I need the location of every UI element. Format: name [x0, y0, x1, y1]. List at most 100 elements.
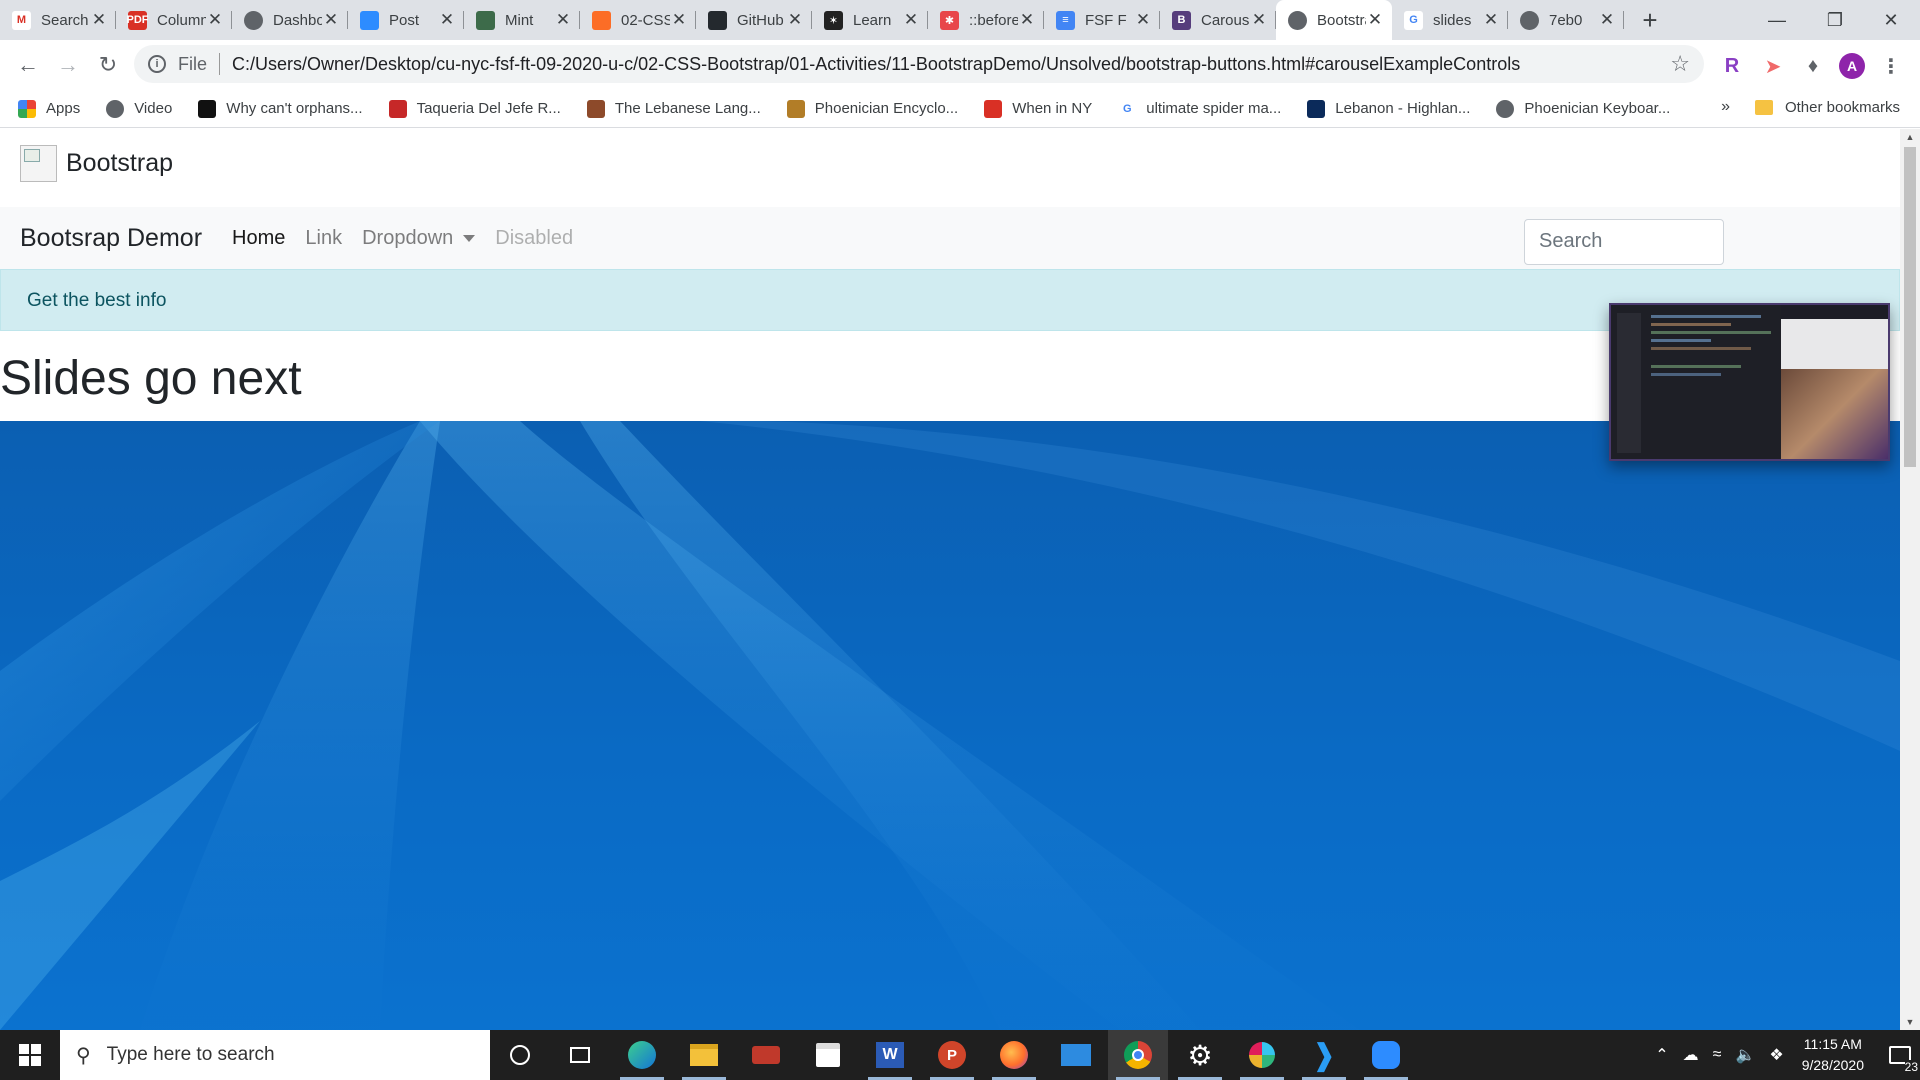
browser-tab[interactable]: Gslides ✕ — [1392, 0, 1508, 40]
extension-r-icon[interactable]: R — [1719, 53, 1745, 79]
volume-icon[interactable]: 🔈 — [1735, 1045, 1755, 1065]
globe-icon — [1288, 10, 1307, 30]
restore-icon[interactable]: ❐ — [1806, 0, 1864, 40]
extension-cast-icon[interactable]: ➤ — [1760, 53, 1786, 79]
store-icon[interactable] — [798, 1030, 858, 1080]
nav-link-link[interactable]: Link — [305, 227, 342, 250]
browser-tab[interactable]: B Carousel✕ — [1160, 0, 1276, 40]
bookmark-item[interactable]: When in NY — [984, 99, 1092, 118]
apps-grid-icon — [18, 99, 36, 118]
bookmark-item[interactable]: Apps — [18, 99, 80, 118]
tab-close-icon[interactable]: ✕ — [786, 10, 804, 30]
settings-icon[interactable]: ⚙ — [1170, 1030, 1230, 1080]
new-tab-button[interactable]: + — [1630, 0, 1670, 40]
word-icon[interactable]: W — [860, 1030, 920, 1080]
nav-link-home[interactable]: Home — [232, 227, 285, 250]
bookmark-item[interactable]: Gultimate spider ma... — [1118, 99, 1281, 118]
browser-tab[interactable]: Mint ✕ — [464, 0, 580, 40]
bookmark-item[interactable]: Phoenician Keyboar... — [1496, 99, 1670, 118]
bookmark-label: Taqueria Del Jefe R... — [416, 100, 561, 117]
game-app-icon[interactable] — [736, 1030, 796, 1080]
tab-close-icon[interactable]: ✕ — [1250, 10, 1268, 30]
minimize-icon[interactable]: — — [1748, 0, 1806, 40]
info-icon[interactable]: i — [148, 55, 166, 73]
show-hidden-icons[interactable]: ⌃ — [1655, 1045, 1668, 1065]
edge-icon[interactable] — [612, 1030, 672, 1080]
brand-text[interactable]: Bootstrap — [66, 149, 173, 178]
browser-tab[interactable]: 7eb0 ✕ — [1508, 0, 1624, 40]
browser-tab[interactable]: Bootstrap✕ — [1276, 0, 1392, 40]
notifications-icon[interactable]: 23 — [1880, 1030, 1920, 1080]
tab-close-icon[interactable]: ✕ — [206, 10, 224, 30]
tab-close-icon[interactable]: ✕ — [322, 10, 340, 30]
nav-link-dropdown[interactable]: Dropdown — [362, 227, 476, 250]
bookmark-item[interactable]: Video — [106, 99, 173, 118]
tab-close-icon[interactable]: ✕ — [90, 10, 108, 30]
mail-icon[interactable] — [1046, 1030, 1106, 1080]
close-window-icon[interactable]: ✕ — [1862, 0, 1920, 40]
other-bookmarks[interactable]: Other bookmarks — [1754, 99, 1900, 116]
tab-close-icon[interactable]: ✕ — [1366, 10, 1384, 30]
zoom-icon[interactable] — [1356, 1030, 1416, 1080]
tab-close-icon[interactable]: ✕ — [1018, 10, 1036, 30]
bookmark-item[interactable]: Phoenician Encyclo... — [786, 99, 958, 118]
clock[interactable]: 11:15 AM 9/28/2020 — [1802, 1034, 1864, 1076]
tab-close-icon[interactable]: ✕ — [1598, 10, 1616, 30]
video-thumbnail-preview[interactable] — [1609, 303, 1890, 461]
chrome-icon[interactable] — [1108, 1030, 1168, 1080]
onedrive-icon[interactable]: ☁ — [1683, 1045, 1699, 1065]
browser-tab[interactable]: ✶ Learn ✕ — [812, 0, 928, 40]
browser-tab[interactable]: 02-CSS ✕ — [580, 0, 696, 40]
address-bar[interactable]: i File C:/Users/Owner/Desktop/cu-nyc-fsf… — [134, 45, 1704, 83]
tab-close-icon[interactable]: ✕ — [554, 10, 572, 30]
slack-icon[interactable] — [1232, 1030, 1292, 1080]
browser-tab[interactable]: GitHub ✕ — [696, 0, 812, 40]
tab-close-icon[interactable]: ✕ — [902, 10, 920, 30]
back-icon[interactable]: ← — [8, 45, 48, 85]
profile-avatar[interactable]: A — [1839, 53, 1865, 79]
clock-time: 11:15 AM — [1803, 1036, 1862, 1052]
navbar-brand[interactable]: Bootsrap Demor — [20, 224, 202, 253]
pdf-icon: PDF — [127, 10, 149, 30]
dropbox-icon[interactable]: ❖ — [1769, 1045, 1783, 1065]
bookmark-item[interactable]: The Lebanese Lang... — [586, 99, 761, 118]
tab-close-icon[interactable]: ✕ — [1482, 10, 1500, 30]
browser-tab[interactable]: ✱::before ✕ — [928, 0, 1044, 40]
browser-tab[interactable]: PDF Column ✕ — [116, 0, 232, 40]
forward-icon[interactable]: → — [48, 45, 88, 85]
more-bookmarks-icon[interactable]: » — [1721, 98, 1730, 116]
browser-tab[interactable]: ≡ FSF F ✕ — [1044, 0, 1160, 40]
brand-row[interactable]: Bootstrap — [20, 145, 173, 182]
bookmark-star-icon[interactable]: ☆ — [1670, 51, 1690, 77]
wifi-icon[interactable]: ≈ — [1713, 1046, 1722, 1064]
scroll-up-icon[interactable]: ▲ — [1900, 129, 1920, 145]
bookmark-item[interactable]: Taqueria Del Jefe R... — [388, 99, 561, 118]
browser-menu-icon[interactable]: ⋮ — [1878, 53, 1904, 79]
nav-link-disabled: Disabled — [495, 227, 573, 250]
reload-icon[interactable]: ↻ — [88, 45, 128, 85]
powerpoint-icon[interactable]: P — [922, 1030, 982, 1080]
tab-close-icon[interactable]: ✕ — [670, 10, 688, 30]
browser-tab[interactable]: Post ✕ — [348, 0, 464, 40]
tab-close-icon[interactable]: ✕ — [438, 10, 456, 30]
bookmark-label: Video — [134, 100, 173, 117]
vscode-icon[interactable]: ❱ — [1294, 1030, 1354, 1080]
windows-start-icon[interactable] — [0, 1030, 60, 1080]
extensions-puzzle-icon[interactable]: ♦ — [1800, 53, 1826, 79]
firefox-icon[interactable] — [984, 1030, 1044, 1080]
browser-tab[interactable]: M Search ✕ — [0, 0, 116, 40]
scroll-thumb[interactable] — [1904, 147, 1916, 467]
url-text[interactable]: C:/Users/Owner/Desktop/cu-nyc-fsf-ft-09-… — [232, 54, 1520, 75]
page-scrollbar[interactable]: ▲ ▼ — [1900, 129, 1920, 1030]
scroll-down-icon[interactable]: ▼ — [1900, 1014, 1920, 1030]
tab-close-icon[interactable]: ✕ — [1134, 10, 1152, 30]
file-explorer-icon[interactable] — [674, 1030, 734, 1080]
browser-tab[interactable]: Dashboard✕ — [232, 0, 348, 40]
search-input[interactable]: Search — [1524, 219, 1724, 265]
bookmark-item[interactable]: Why can't orphans... — [198, 99, 363, 118]
task-view-icon[interactable] — [550, 1030, 610, 1080]
bookmark-item[interactable]: Lebanon - Highlan... — [1307, 99, 1470, 118]
globe-icon — [1520, 10, 1539, 30]
taskbar-search[interactable]: ⚲ Type here to search — [60, 1030, 490, 1080]
cortana-icon[interactable] — [490, 1030, 550, 1080]
